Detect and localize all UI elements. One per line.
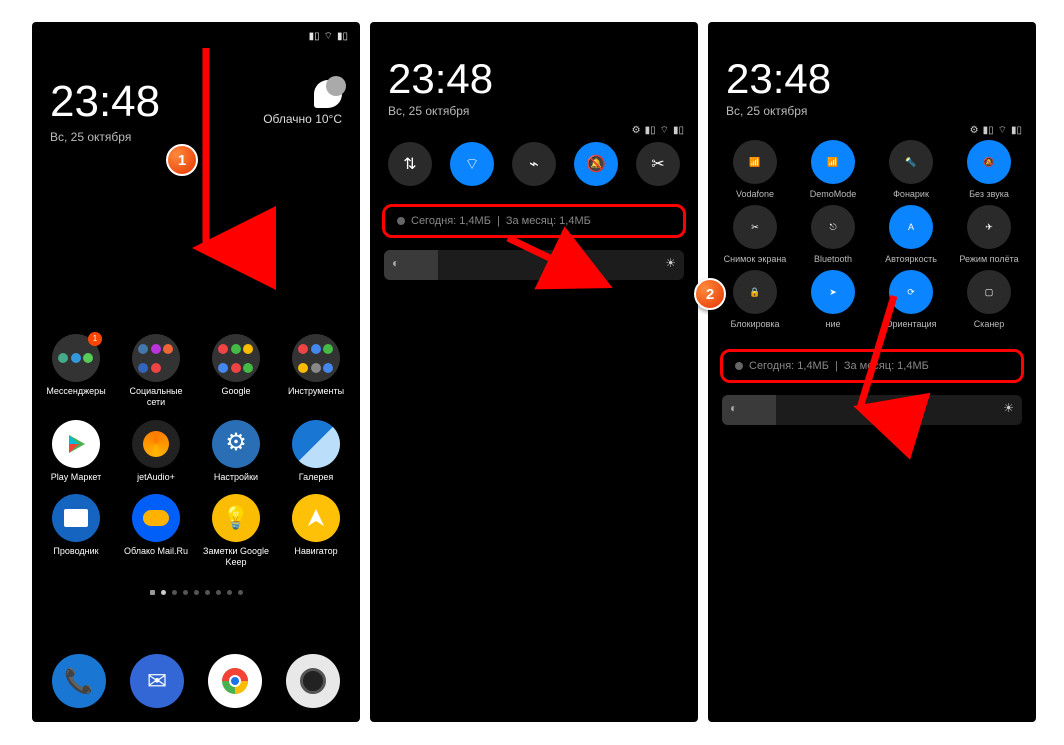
qs-icon[interactable]: 📶 xyxy=(733,140,777,184)
gear-icon[interactable]: ⚙ xyxy=(632,125,641,136)
app-playmarket[interactable]: Play Маркет xyxy=(42,420,110,483)
qs-Режим полёта[interactable]: ✈Режим полёта xyxy=(950,205,1028,264)
brightness-high-icon: ☀ xyxy=(1003,401,1014,415)
qs-DemoMode[interactable]: 📶DemoMode xyxy=(794,140,872,199)
brightness-high-icon: ☀ xyxy=(665,256,676,270)
gear-icon[interactable]: ⚙ xyxy=(970,125,979,136)
annotation-arrow-databar xyxy=(490,230,610,290)
qs-icon[interactable]: 🔒 xyxy=(733,270,777,314)
app-google-keep[interactable]: 💡Заметки Google Keep xyxy=(202,494,270,568)
qs-Vodafone[interactable]: 📶Vodafone xyxy=(716,140,794,199)
qs-icon[interactable]: ✈ xyxy=(967,205,1011,249)
qs-mute[interactable]: 🔕 xyxy=(574,142,618,186)
qs-icon[interactable]: ⎋ xyxy=(811,205,855,249)
app-navigator[interactable]: Навигатор xyxy=(282,494,350,568)
battery-icon: ▮▯ xyxy=(337,31,348,42)
notif-clock: 23:48 Вс, 25 октября xyxy=(370,22,698,130)
notif-statusicons: ⚙▮▯⌔▮▯ xyxy=(632,124,684,137)
qs-Сканер[interactable]: ▢Сканер xyxy=(950,270,1028,329)
wifi-icon: ⌔ xyxy=(324,30,333,43)
folder-google[interactable]: Google xyxy=(202,334,270,408)
step-badge-1: 1 xyxy=(166,144,198,176)
dock-phone[interactable]: 📞 xyxy=(52,654,106,708)
qs-flashlight[interactable]: ⌁ xyxy=(512,142,556,186)
home-app-grid: 1Мессенджеры Социальные сети Google Инст… xyxy=(32,334,360,568)
dock-chrome[interactable] xyxy=(208,654,262,708)
qs-Фонарик[interactable]: 🔦Фонарик xyxy=(872,140,950,199)
qs-mobiledata[interactable]: ⇅ xyxy=(388,142,432,186)
qs-icon[interactable]: 🔕 xyxy=(967,140,1011,184)
page-indicator[interactable] xyxy=(32,582,360,600)
brightness-low-icon: ◐ xyxy=(392,256,399,270)
folder-messengers[interactable]: 1Мессенджеры xyxy=(42,334,110,408)
qs-wifi[interactable]: ⌔ xyxy=(450,142,494,186)
app-explorer[interactable]: Проводник xyxy=(42,494,110,568)
qs-Снимок экрана[interactable]: ✂Снимок экрана xyxy=(716,205,794,264)
notif-statusicons: ⚙▮▯⌔▮▯ xyxy=(970,124,1022,137)
folder-social[interactable]: Социальные сети xyxy=(122,334,190,408)
qs-screenshot[interactable]: ✂ xyxy=(636,142,680,186)
annotation-arrow-databar2 xyxy=(846,296,906,426)
qs-icon[interactable]: ▢ xyxy=(967,270,1011,314)
dock: 📞 ✉ xyxy=(32,654,360,712)
dock-messages[interactable]: ✉ xyxy=(130,654,184,708)
qs-Bluetooth[interactable]: ⎋Bluetooth xyxy=(794,205,872,264)
phone-quicksettings-collapsed: 23:48 Вс, 25 октября ⚙▮▯⌔▮▯ ⇅ ⌔ ⌁ 🔕 ✂ Се… xyxy=(370,22,698,722)
app-gallery[interactable]: Галерея xyxy=(282,420,350,483)
qs-Без звука[interactable]: 🔕Без звука xyxy=(950,140,1028,199)
clock-time: 23:48 xyxy=(50,80,160,124)
step-badge-2: 2 xyxy=(694,278,726,310)
app-settings[interactable]: ⚙Настройки xyxy=(202,420,270,483)
status-bar: ▮▯ ⌔ ▮▯ xyxy=(32,22,360,50)
qs-icon[interactable]: 🔦 xyxy=(889,140,933,184)
dot-icon xyxy=(397,217,405,225)
app-jetaudio[interactable]: jetAudio+ xyxy=(122,420,190,483)
cloud-icon xyxy=(314,80,342,108)
app-mailru-cloud[interactable]: Облако Mail.Ru xyxy=(122,494,190,568)
qs-Автояркость[interactable]: AАвтояркость xyxy=(872,205,950,264)
weather-widget[interactable]: Облачно 10°C xyxy=(263,80,342,126)
qs-icon[interactable]: A xyxy=(889,205,933,249)
dot-icon xyxy=(735,362,743,370)
qs-icon[interactable]: 📶 xyxy=(811,140,855,184)
signal-icon: ▮▯ xyxy=(309,31,320,42)
folder-tools[interactable]: Инструменты xyxy=(282,334,350,408)
qs-toggles-row: ⇅ ⌔ ⌁ 🔕 ✂ xyxy=(370,130,698,194)
qs-Блокировка[interactable]: 🔒Блокировка xyxy=(716,270,794,329)
clock-date: Вс, 25 октября xyxy=(50,130,160,144)
notif-clock: 23:48 Вс, 25 октября xyxy=(708,22,1036,130)
qs-icon[interactable]: ✂ xyxy=(733,205,777,249)
dock-camera[interactable] xyxy=(286,654,340,708)
brightness-low-icon: ◐ xyxy=(730,401,737,415)
